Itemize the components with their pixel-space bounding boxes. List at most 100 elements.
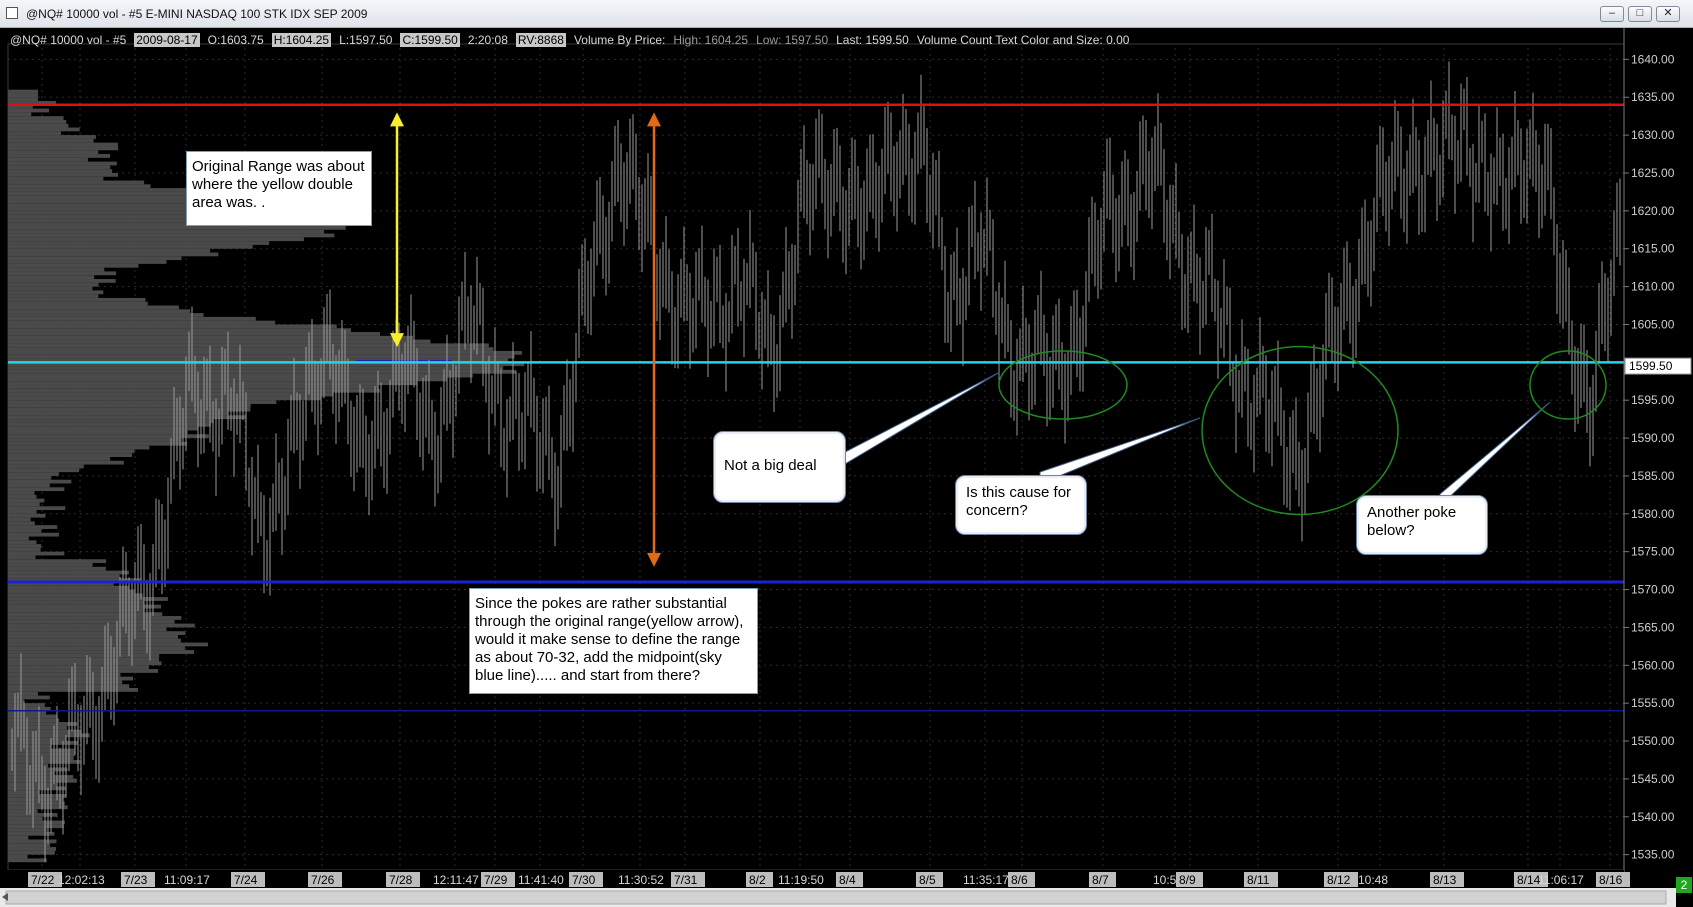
profile-bar bbox=[8, 225, 346, 230]
app-icon[interactable] bbox=[6, 7, 18, 19]
profile-bar bbox=[8, 131, 61, 136]
profile-bar bbox=[8, 544, 42, 548]
price-tick-label: 1585.00 bbox=[1631, 469, 1675, 483]
scrollbar-thumb bbox=[5, 890, 1667, 905]
horizontal-scrollbar[interactable] bbox=[0, 888, 1676, 907]
profile-bar bbox=[8, 627, 167, 632]
profile-bar bbox=[8, 574, 120, 579]
profile-bar bbox=[8, 570, 129, 575]
price-tick-label: 1575.00 bbox=[1631, 545, 1675, 559]
profile-bar bbox=[8, 286, 93, 291]
profile-bar bbox=[8, 180, 145, 185]
profile-bar bbox=[8, 324, 337, 329]
profile-bar bbox=[8, 479, 72, 484]
profile-bar bbox=[8, 657, 160, 662]
minimize-button[interactable]: – bbox=[1600, 6, 1624, 22]
profile-bar bbox=[8, 407, 251, 412]
profile-bar bbox=[8, 525, 58, 529]
price-tick-label: 1635.00 bbox=[1631, 90, 1675, 104]
profile-bar bbox=[8, 835, 29, 840]
price-tick-label: 1640.00 bbox=[1631, 52, 1675, 66]
profile-bar bbox=[8, 161, 117, 166]
profile-bar bbox=[8, 256, 182, 261]
profile-bar bbox=[8, 335, 413, 340]
profile-bar bbox=[8, 290, 104, 295]
profile-bar bbox=[8, 528, 42, 533]
profile-bar bbox=[8, 498, 45, 503]
vbp-low: Low: 1597.50 bbox=[756, 33, 829, 47]
profile-bar bbox=[8, 438, 182, 442]
profile-bar bbox=[8, 146, 119, 151]
profile-bar bbox=[8, 260, 167, 264]
window-titlebar: @NQ# 10000 vol - #5 E-MINI NASDAQ 100 ST… bbox=[0, 0, 1693, 28]
profile-bar bbox=[8, 350, 523, 355]
time-tick-label: 11:09:17 bbox=[164, 873, 210, 887]
price-tick-label: 1625.00 bbox=[1631, 166, 1675, 180]
profile-bar bbox=[8, 191, 210, 196]
profile-bar bbox=[8, 403, 251, 408]
profile-bar bbox=[8, 116, 64, 120]
profile-bar bbox=[8, 271, 117, 276]
price-tick-label: 1595.00 bbox=[1631, 393, 1675, 407]
profile-bar bbox=[8, 756, 74, 760]
time-tick-label: 8/7 bbox=[1092, 873, 1109, 887]
profile-bar bbox=[8, 555, 36, 560]
profile-bar bbox=[8, 502, 40, 507]
profile-bar bbox=[8, 703, 45, 707]
profile-bar bbox=[8, 400, 277, 404]
time-tick-label: 11:30:52 bbox=[618, 873, 664, 887]
time-axis[interactable]: 7/22 12:02:13 7/23 11:09:17 7/24 7/26 7/28 12:1… bbox=[0, 870, 1630, 888]
profile-bar bbox=[8, 150, 99, 155]
profile-bar bbox=[8, 434, 209, 439]
profile-bar bbox=[8, 843, 50, 848]
profile-bar bbox=[8, 744, 51, 749]
profile-bar bbox=[8, 248, 211, 253]
profile-bar bbox=[8, 839, 57, 844]
window-title: @NQ# 10000 vol - #5 E-MINI NASDAQ 100 ST… bbox=[26, 7, 368, 21]
profile-bar bbox=[8, 464, 84, 469]
profile-bar bbox=[8, 157, 88, 162]
price-tick-label: 1620.00 bbox=[1631, 204, 1675, 218]
profile-bar bbox=[8, 494, 37, 499]
profile-bar bbox=[8, 430, 188, 435]
profile-bar bbox=[8, 472, 59, 476]
symbol-label: @NQ# 10000 vol - #5 bbox=[10, 33, 127, 47]
profile-bar bbox=[8, 244, 253, 249]
profile-bar bbox=[8, 123, 69, 128]
profile-bar bbox=[8, 612, 163, 617]
profile-bar bbox=[8, 172, 118, 177]
concern-callout: Is this cause for concern? bbox=[955, 475, 1087, 535]
profile-bar bbox=[8, 816, 43, 821]
profile-bar bbox=[8, 415, 247, 420]
vbp-last: Last: 1599.50 bbox=[836, 33, 909, 47]
profile-bar bbox=[8, 313, 204, 317]
time-tick-label: 8/16 bbox=[1599, 873, 1623, 887]
profile-bar bbox=[8, 653, 160, 658]
profile-bar bbox=[8, 638, 181, 643]
profile-bar bbox=[8, 858, 47, 863]
profile-bar bbox=[8, 563, 93, 567]
profile-bar bbox=[8, 108, 49, 113]
profile-bar bbox=[8, 532, 60, 537]
price-tick-label: 1560.00 bbox=[1631, 658, 1675, 672]
price-tick-label: 1590.00 bbox=[1631, 431, 1675, 445]
profile-bar bbox=[8, 343, 489, 348]
price-axis[interactable]: 1640.00 1635.00 1630.00 1625.00 1620.00 1615.… bbox=[1623, 28, 1693, 886]
profile-bar bbox=[8, 93, 38, 98]
profile-bar bbox=[8, 309, 191, 314]
time-tick-label: 7/26 bbox=[311, 873, 335, 887]
time-tick-label: 8/9 bbox=[1179, 873, 1196, 887]
profile-bar bbox=[8, 441, 188, 446]
profile-bar bbox=[8, 729, 82, 734]
profile-bar bbox=[8, 184, 151, 189]
profile-bar bbox=[8, 797, 63, 802]
profile-bar bbox=[8, 97, 38, 102]
maximize-button[interactable]: □ bbox=[1628, 6, 1652, 22]
profile-bar bbox=[8, 665, 149, 670]
time-tick-label: 11:35:17 bbox=[963, 873, 1009, 887]
last-price-label: 1599.50 bbox=[1629, 359, 1673, 373]
time-tick-label: 11:06:17 bbox=[1538, 873, 1584, 887]
bar-high: H:1604.25 bbox=[271, 33, 332, 47]
close-button[interactable]: ✕ bbox=[1656, 6, 1680, 22]
profile-bar bbox=[8, 169, 113, 173]
